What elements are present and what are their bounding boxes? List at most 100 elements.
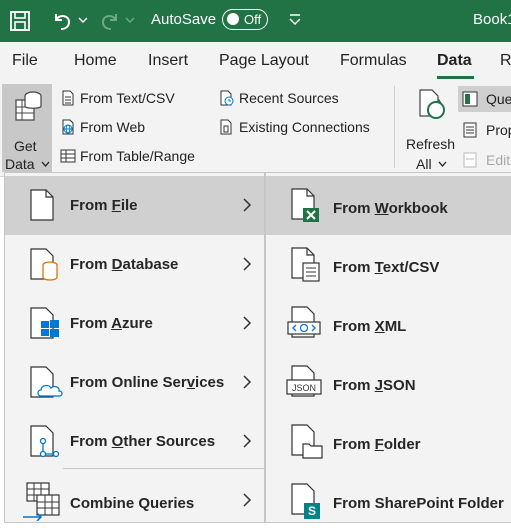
menu-separator	[63, 468, 264, 469]
menu-item-label: From Database	[70, 256, 179, 273]
menu-item-from-file[interactable]: From File	[5, 176, 264, 235]
existing-connections-button[interactable]: Existing Connections	[219, 119, 370, 135]
menu-item-label: From File	[70, 197, 138, 214]
azure-icon	[30, 307, 59, 339]
edit-links-icon	[463, 152, 477, 168]
recent-sources-icon	[220, 90, 234, 106]
file-icon	[30, 189, 54, 221]
chevron-down-icon	[41, 161, 50, 167]
properties-button[interactable]: Prop	[462, 120, 511, 142]
tab-data[interactable]: Data	[437, 52, 472, 70]
from-text-csv-label: From Text/CSV	[80, 90, 175, 106]
autosave-label: AutoSave	[151, 11, 217, 28]
properties-label: Prop	[486, 122, 511, 138]
title-bar: AutoSave Off Book1	[0, 0, 511, 42]
combine-queries-icon	[23, 482, 60, 521]
get-data-label-2: Data	[5, 156, 35, 172]
autosave-toggle[interactable]: Off	[222, 9, 268, 30]
tab-page-layout[interactable]: Page Layout	[219, 52, 309, 70]
from-text-csv-button[interactable]: From Text/CSV	[60, 90, 175, 106]
chevron-right-icon	[243, 375, 252, 389]
menu-item-from-json[interactable]: JSON From JSON	[266, 353, 511, 412]
chevron-right-icon	[243, 198, 252, 212]
active-tab-indicator	[437, 76, 474, 79]
menu-item-label: From Text/CSV	[333, 259, 440, 276]
existing-connections-label: Existing Connections	[239, 119, 370, 135]
get-data-button[interactable]: Get Data	[2, 84, 52, 172]
ribbon-tabs: File Home Insert Page Layout Formulas Da…	[0, 42, 511, 80]
menu-item-label: From SharePoint Folder	[333, 495, 504, 512]
refresh-label-2: All	[416, 156, 432, 172]
menu-item-from-workbook[interactable]: From Workbook	[266, 176, 511, 235]
book-title: Book1	[473, 11, 511, 28]
tab-formulas[interactable]: Formulas	[340, 52, 407, 70]
menu-item-from-xml[interactable]: From XML	[266, 294, 511, 353]
tab-home[interactable]: Home	[74, 52, 117, 70]
svg-text:JSON: JSON	[292, 383, 316, 393]
chevron-down-icon	[438, 161, 447, 167]
undo-dropdown-icon[interactable]	[78, 16, 88, 24]
get-data-label-1: Get	[14, 138, 37, 154]
from-file-submenu: From Workbook From Text/CSV From XML JSO…	[265, 172, 511, 523]
existing-connections-icon	[220, 119, 232, 135]
json-icon: JSON	[286, 365, 322, 397]
menu-item-label: From Workbook	[333, 200, 448, 217]
save-icon[interactable]	[8, 9, 32, 33]
menu-item-combine-queries[interactable]: Combine Queries	[5, 473, 264, 532]
other-sources-icon	[30, 425, 60, 458]
queries-connections-button[interactable]: Que	[458, 86, 511, 112]
menu-item-label: From Folder	[333, 436, 421, 453]
cloud-icon	[30, 366, 63, 398]
undo-icon[interactable]	[50, 9, 74, 33]
sharepoint-folder-icon: S	[291, 483, 320, 519]
from-web-label: From Web	[80, 119, 146, 135]
from-web-button[interactable]: From Web	[60, 119, 145, 135]
menu-item-from-text-csv[interactable]: From Text/CSV	[266, 235, 511, 294]
xml-icon	[287, 306, 321, 338]
menu-item-from-azure[interactable]: From Azure	[5, 294, 264, 353]
from-table-range-button[interactable]: From Table/Range	[60, 148, 195, 164]
database-icon	[30, 248, 58, 281]
text-file-icon	[291, 247, 320, 282]
refresh-all-button[interactable]: Refresh All	[404, 84, 456, 172]
chevron-right-icon	[243, 434, 252, 448]
tab-review[interactable]: R	[500, 52, 511, 70]
recent-sources-button[interactable]: Recent Sources	[219, 90, 339, 106]
chevron-right-icon	[243, 257, 252, 271]
from-table-range-label: From Table/Range	[80, 148, 195, 164]
ribbon-data: Get Data From Text/CSV From Web From Tab…	[0, 80, 511, 177]
toggle-knob	[227, 13, 239, 25]
text-file-icon	[62, 90, 74, 106]
tab-insert[interactable]: Insert	[148, 52, 188, 70]
menu-item-label: From XML	[333, 318, 407, 335]
chevron-right-icon	[243, 316, 252, 330]
menu-item-from-folder[interactable]: From Folder	[266, 412, 511, 471]
table-icon	[60, 149, 76, 163]
refresh-label-1: Refresh	[406, 136, 456, 152]
tab-file[interactable]: File	[12, 52, 38, 70]
menu-item-label: Combine Queries	[70, 495, 195, 512]
queries-label: Que	[486, 91, 511, 107]
svg-text:S: S	[308, 504, 316, 518]
excel-workbook-icon	[291, 188, 319, 222]
ribbon-group-divider	[394, 86, 395, 168]
menu-item-label: From Online Services	[70, 374, 225, 391]
refresh-icon	[419, 89, 445, 119]
get-data-icon	[15, 91, 42, 121]
edit-links-button: Edit	[462, 150, 511, 172]
menu-item-from-database[interactable]: From Database	[5, 235, 264, 294]
menu-item-from-sharepoint-folder[interactable]: S From SharePoint Folder	[266, 471, 511, 530]
queries-icon	[462, 91, 478, 107]
autosave-state: Off	[244, 12, 262, 27]
redo-icon	[101, 14, 117, 30]
properties-icon	[463, 122, 477, 138]
menu-item-from-other-sources[interactable]: From Other Sources	[5, 412, 264, 471]
recent-sources-label: Recent Sources	[239, 90, 339, 106]
web-icon	[62, 119, 74, 135]
menu-item-label: From Other Sources	[70, 433, 216, 450]
customize-qat-icon[interactable]	[288, 12, 302, 28]
chevron-right-icon	[243, 493, 252, 507]
redo-dropdown-icon	[125, 17, 135, 24]
menu-item-from-online-services[interactable]: From Online Services	[5, 353, 264, 412]
get-data-menu: From File From Database From Azure From …	[4, 172, 265, 523]
